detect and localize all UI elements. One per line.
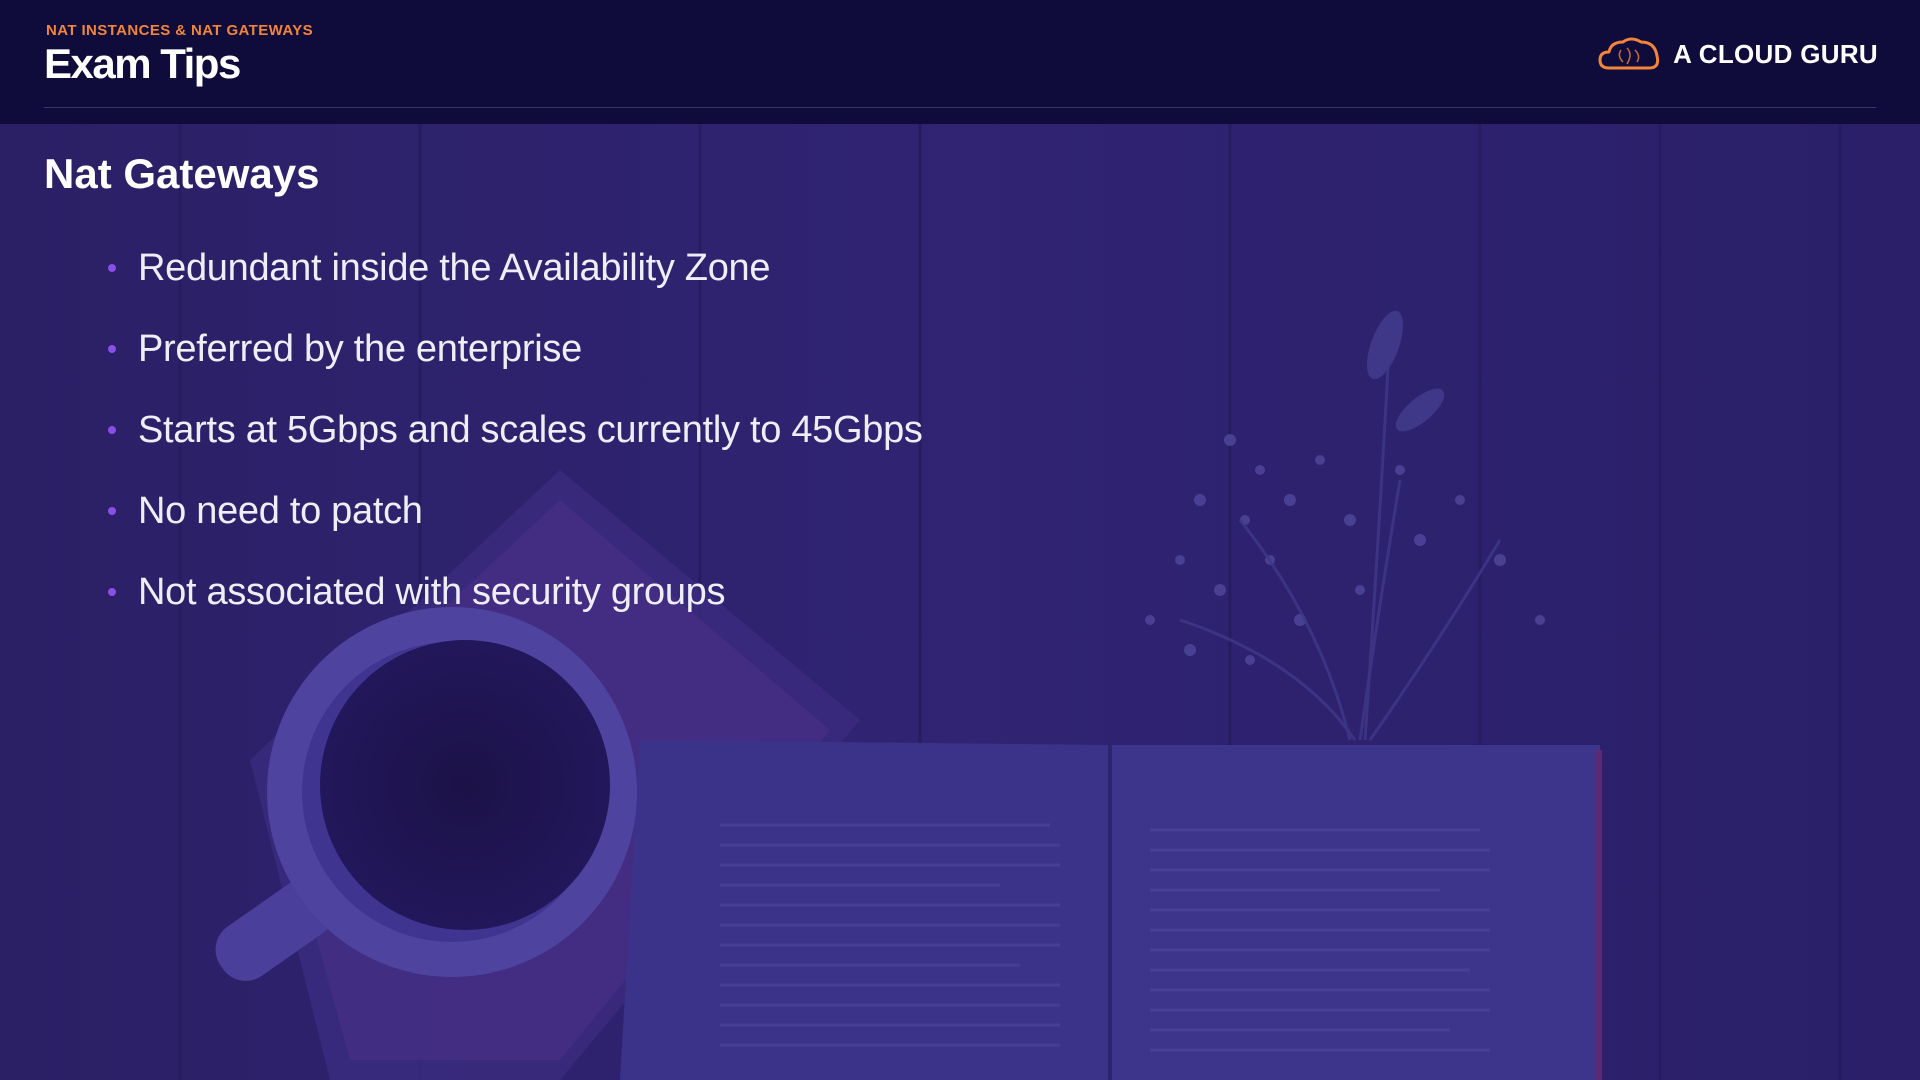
header-divider <box>44 107 1876 108</box>
list-item: Preferred by the enterprise <box>108 321 923 402</box>
section-label: NAT INSTANCES & NAT GATEWAYS <box>46 22 314 39</box>
list-item: Redundant inside the Availability Zone <box>108 240 923 321</box>
bullet-list: Redundant inside the Availability Zone P… <box>108 240 923 645</box>
logo-text: A CLOUD GURU <box>1673 38 1878 69</box>
brand-logo: A CLOUD GURU <box>1597 34 1878 74</box>
cloud-icon <box>1598 37 1660 70</box>
bullet-dot <box>108 345 116 353</box>
bullet-dot <box>108 588 116 596</box>
bullet-text: Not associated with security groups <box>138 571 726 613</box>
bullet-dot <box>108 264 116 272</box>
section-heading: Nat Gateways <box>44 150 320 197</box>
list-item: Starts at 5Gbps and scales currently to … <box>108 402 923 483</box>
bullet-text: Starts at 5Gbps and scales currently to … <box>138 409 923 451</box>
slide: NAT INSTANCES & NAT GATEWAYS Exam Tips A… <box>0 0 1920 1080</box>
list-item: No need to patch <box>108 483 923 564</box>
bullet-dot <box>108 507 116 515</box>
bullet-text: Redundant inside the Availability Zone <box>138 247 771 289</box>
list-item: Not associated with security groups <box>108 564 923 645</box>
bullet-text: Preferred by the enterprise <box>138 328 582 370</box>
page-title: Exam Tips <box>44 40 241 87</box>
bullet-text: No need to patch <box>138 490 423 532</box>
bullet-dot <box>108 426 116 434</box>
